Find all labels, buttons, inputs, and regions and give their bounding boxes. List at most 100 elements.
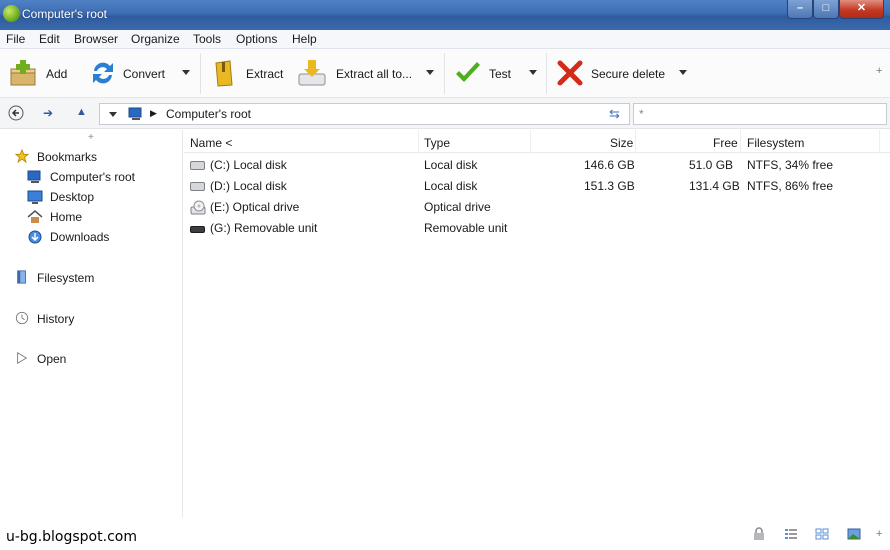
extract-all-button[interactable]: Extract all to... bbox=[296, 49, 438, 98]
column-divider[interactable] bbox=[530, 130, 531, 153]
play-triangle-icon bbox=[17, 351, 28, 365]
sidebar-item-label: Downloads bbox=[50, 230, 110, 244]
peazip-app-icon bbox=[3, 5, 20, 22]
delete-x-icon bbox=[557, 60, 583, 86]
extract-label: Extract bbox=[246, 67, 284, 81]
sidebar: + Bookmarks Computer's root Desktop Home… bbox=[0, 130, 183, 518]
status-overflow-icon[interactable]: + bbox=[876, 528, 882, 540]
window-title: Computer's root bbox=[22, 7, 107, 21]
row-type: Local disk bbox=[424, 179, 478, 193]
test-dropdown-arrow[interactable] bbox=[529, 70, 537, 75]
add-button[interactable]: Add bbox=[6, 49, 78, 98]
downloads-icon bbox=[28, 230, 42, 244]
refresh-icon[interactable]: ⇆ bbox=[609, 106, 620, 122]
row-size: 151.3 GB bbox=[584, 179, 635, 193]
star-icon bbox=[14, 149, 30, 163]
menu-edit[interactable]: Edit bbox=[39, 32, 60, 46]
menu-tools[interactable]: Tools bbox=[193, 32, 221, 46]
column-header-size[interactable]: Size bbox=[610, 136, 633, 150]
row-filesystem: NTFS, 34% free bbox=[747, 158, 834, 172]
extract-all-dropdown-arrow[interactable] bbox=[426, 70, 434, 75]
address-bar: ➔ ▲ ▶ Computer's root ⇆ * bbox=[0, 98, 890, 129]
toolbar: Add Convert Extract Extract all to... Te… bbox=[0, 49, 890, 98]
add-label: Add bbox=[46, 67, 68, 81]
back-arrow-icon[interactable] bbox=[8, 105, 24, 121]
menu-organize[interactable]: Organize bbox=[131, 32, 180, 46]
secure-delete-label: Secure delete bbox=[591, 67, 666, 81]
lock-icon[interactable] bbox=[752, 527, 766, 541]
row-free: 131.4 GB bbox=[689, 179, 740, 193]
forward-arrow-icon[interactable]: ➔ bbox=[43, 106, 53, 120]
toolbar-separator bbox=[546, 53, 547, 94]
row-size: 146.6 GB bbox=[584, 158, 635, 172]
row-name: (G:) Removable unit bbox=[210, 221, 318, 235]
filesystem-icon bbox=[17, 270, 26, 284]
icon-view-icon[interactable] bbox=[815, 527, 829, 541]
secure-delete-button[interactable]: Secure delete bbox=[554, 49, 690, 98]
menu-file[interactable]: File bbox=[6, 32, 25, 46]
maximize-button[interactable]: □ bbox=[813, 0, 839, 19]
path-box[interactable]: ▶ Computer's root ⇆ bbox=[99, 103, 630, 125]
column-divider[interactable] bbox=[740, 130, 741, 153]
toolbar-overflow-icon[interactable]: + bbox=[876, 65, 882, 77]
sidebar-item-label: Computer's root bbox=[50, 170, 135, 184]
toolbar-separator bbox=[200, 53, 201, 94]
title-bar: Computer's root – □ ✕ bbox=[0, 0, 890, 30]
file-list-header: Name < Type Size Free Filesystem bbox=[184, 130, 890, 153]
test-label: Test bbox=[489, 67, 512, 81]
row-type: Optical drive bbox=[424, 200, 491, 214]
column-header-filesystem[interactable]: Filesystem bbox=[747, 136, 804, 150]
column-divider[interactable] bbox=[879, 130, 880, 153]
convert-button[interactable]: Convert bbox=[86, 49, 194, 98]
extract-all-label: Extract all to... bbox=[336, 67, 413, 81]
optical-drive-icon bbox=[190, 200, 206, 215]
hard-disk-icon bbox=[190, 182, 205, 191]
row-name: (D:) Local disk bbox=[210, 179, 287, 193]
sidebar-open-label: Open bbox=[37, 352, 67, 366]
path-history-dropdown-arrow[interactable] bbox=[109, 112, 117, 117]
toolbar-separator bbox=[444, 53, 445, 94]
close-button[interactable]: ✕ bbox=[839, 0, 884, 19]
menu-options[interactable]: Options bbox=[236, 32, 277, 46]
sidebar-item-label: Home bbox=[50, 210, 83, 224]
table-row[interactable]: (C:) Local disk Local disk 146.6 GB 51.0… bbox=[184, 155, 890, 176]
table-row[interactable]: (E:) Optical drive Optical drive bbox=[184, 197, 890, 218]
convert-arrows-icon bbox=[93, 62, 113, 84]
test-button[interactable]: Test bbox=[452, 49, 540, 98]
add-archive-icon bbox=[10, 60, 36, 86]
computer-icon bbox=[27, 170, 41, 183]
removable-drive-icon bbox=[190, 226, 205, 233]
sidebar-item-label: Desktop bbox=[50, 190, 95, 204]
convert-dropdown-arrow[interactable] bbox=[182, 70, 190, 75]
image-preview-icon[interactable] bbox=[847, 527, 861, 541]
minimize-button[interactable]: – bbox=[787, 0, 813, 19]
status-bar: u-bg.blogspot.com + bbox=[0, 518, 890, 550]
filter-input[interactable]: * bbox=[633, 103, 887, 125]
column-divider[interactable] bbox=[635, 130, 636, 153]
menu-help[interactable]: Help bbox=[292, 32, 317, 46]
column-divider[interactable] bbox=[418, 130, 419, 153]
table-row[interactable]: (D:) Local disk Local disk 151.3 GB 131.… bbox=[184, 176, 890, 197]
row-name: (C:) Local disk bbox=[210, 158, 287, 172]
path-text: Computer's root bbox=[166, 107, 251, 121]
menu-browser[interactable]: Browser bbox=[74, 32, 118, 46]
column-header-name[interactable]: Name < bbox=[190, 136, 232, 150]
row-type: Local disk bbox=[424, 158, 478, 172]
extract-button[interactable]: Extract bbox=[208, 49, 288, 98]
details-view-icon[interactable] bbox=[784, 527, 798, 541]
sidebar-expand-icon[interactable]: + bbox=[88, 132, 94, 143]
table-row[interactable]: (G:) Removable unit Removable unit bbox=[184, 218, 890, 239]
secure-delete-dropdown-arrow[interactable] bbox=[679, 70, 687, 75]
path-chevron-icon: ▶ bbox=[150, 108, 157, 118]
sidebar-history-label: History bbox=[37, 312, 75, 326]
up-arrow-icon[interactable]: ▲ bbox=[76, 106, 87, 118]
column-header-free[interactable]: Free bbox=[713, 136, 738, 150]
desktop-icon bbox=[27, 190, 43, 204]
row-type: Removable unit bbox=[424, 221, 508, 235]
computer-icon bbox=[128, 107, 142, 120]
row-filesystem: NTFS, 86% free bbox=[747, 179, 834, 193]
column-header-type[interactable]: Type bbox=[424, 136, 450, 150]
home-icon bbox=[27, 210, 43, 223]
sidebar-filesystem-label: Filesystem bbox=[37, 271, 95, 285]
extract-all-icon bbox=[298, 60, 326, 86]
